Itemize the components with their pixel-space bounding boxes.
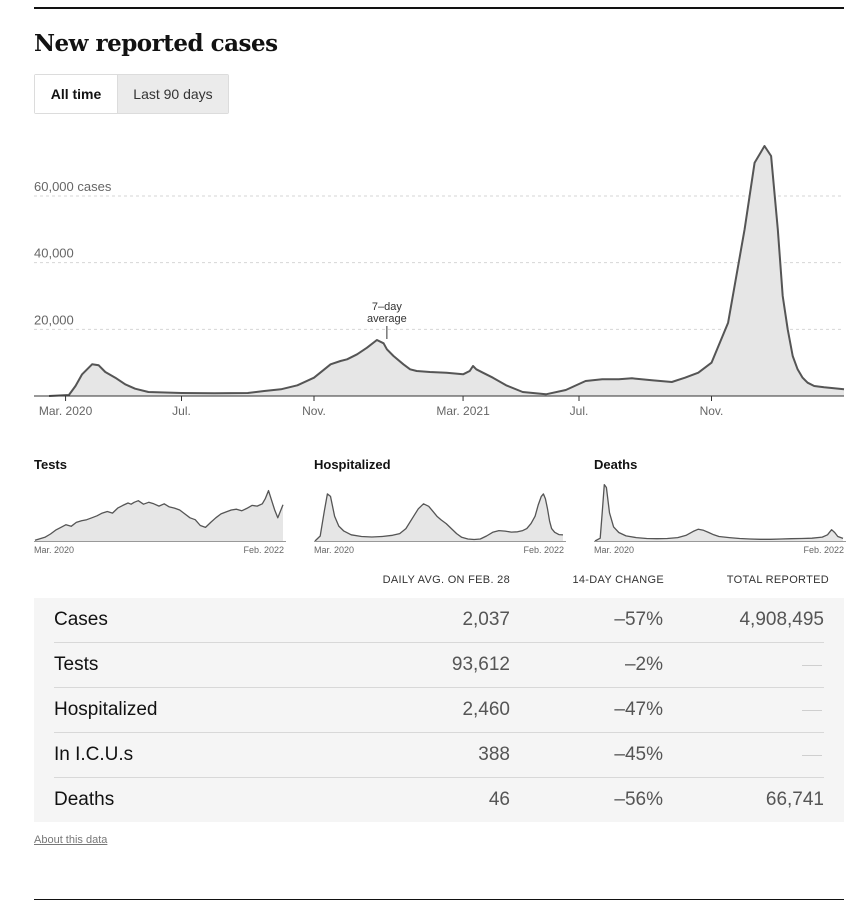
column-header-14-day-change: 14-DAY CHANGE (572, 574, 664, 586)
tests-axis-end-label: Feb. 2022 (243, 545, 284, 555)
total-value: 4,908,495 (739, 609, 824, 630)
x-tick-label: Mar. 2020 (39, 404, 93, 418)
tests-sparkline (34, 489, 286, 542)
deaths-area-fill (595, 484, 843, 541)
hospitalized-chart-title: Hospitalized (314, 457, 391, 472)
x-tick-label: Jul. (570, 404, 589, 418)
tests-axis-start-label: Mar. 2020 (34, 545, 75, 555)
row-label: Cases (54, 609, 108, 630)
hospitalized-axis-end-label: Feb. 2022 (523, 545, 564, 555)
row-label: In I.C.U.s (54, 744, 134, 765)
table-row-tests: Tests 93,612 –2% (54, 643, 824, 688)
row-label: Hospitalized (54, 699, 158, 720)
y-tick-label: 20,000 (34, 312, 74, 327)
daily-avg-value: 93,612 (451, 654, 510, 675)
deaths-mini-chart: Deaths Mar. 2020 Feb. 2022 (594, 455, 846, 560)
table-row-cases: Cases 2,037 –57% 4,908,495 (54, 598, 824, 643)
change-value: –45% (614, 744, 663, 765)
y-tick-label: 40,000 (34, 246, 74, 261)
total-empty-dash (802, 665, 822, 666)
row-label: Tests (54, 654, 99, 675)
bottom-rule (34, 899, 844, 900)
stats-table: Cases 2,037 –57% 4,908,495 Tests 93,612 … (34, 598, 844, 822)
daily-avg-value: 2,037 (462, 609, 510, 630)
top-rule (34, 7, 844, 9)
change-value: –47% (614, 699, 663, 720)
column-header-daily-avg: DAILY AVG. ON FEB. 28 (382, 574, 510, 586)
time-range-toggle: All time Last 90 days (34, 74, 229, 114)
tests-area-fill (35, 490, 283, 541)
hospitalized-sparkline (314, 493, 566, 542)
deaths-chart-title: Deaths (594, 457, 638, 472)
deaths-sparkline (594, 483, 846, 542)
deaths-series-line (594, 483, 844, 542)
deaths-axis-start-label: Mar. 2020 (594, 545, 635, 555)
hospitalized-mini-chart: Hospitalized Mar. 2020 Feb. 2022 (314, 455, 566, 560)
hospitalized-axis-start-label: Mar. 2020 (314, 545, 355, 555)
column-header-total-reported: TOTAL REPORTED (726, 574, 829, 586)
annotation-label-line2: average (367, 313, 407, 325)
change-value: –57% (614, 609, 663, 630)
table-row-hospitalized: Hospitalized 2,460 –47% (54, 688, 824, 733)
about-this-data-link[interactable]: About this data (34, 834, 107, 846)
cases-area-fill (49, 146, 844, 396)
change-value: –2% (624, 654, 663, 675)
deaths-axis-end-label: Feb. 2022 (803, 545, 844, 555)
table-row-deaths: Deaths 46 –56% 66,741 (54, 778, 824, 823)
total-empty-dash (802, 755, 822, 756)
all-time-button[interactable]: All time (35, 75, 117, 113)
total-empty-dash (802, 710, 822, 711)
daily-avg-value: 2,460 (462, 699, 510, 720)
row-label: Deaths (54, 789, 115, 810)
last-90-days-button[interactable]: Last 90 days (117, 75, 228, 113)
y-tick-label: 60,000 cases (34, 179, 112, 194)
tests-chart-title: Tests (34, 457, 67, 472)
total-value: 66,741 (765, 789, 824, 810)
tests-mini-chart: Tests Mar. 2020 Feb. 2022 (34, 455, 286, 560)
table-row-icu: In I.C.U.s 388 –45% (54, 733, 824, 778)
cases-area-chart: 60,000 cases 40,000 20,000 Mar. 2020 Jul. Nov… (34, 145, 845, 418)
x-tick-label: Nov. (700, 404, 724, 418)
daily-avg-value: 46 (488, 789, 510, 810)
page-title: New reported cases (34, 30, 278, 57)
change-value: –56% (614, 789, 663, 810)
x-tick-label: Nov. (302, 404, 326, 418)
daily-avg-value: 388 (478, 744, 510, 765)
x-tick-label: Mar. 2021 (436, 404, 490, 418)
x-tick-label: Jul. (172, 404, 191, 418)
annotation-label-line1: 7–day (372, 301, 402, 313)
